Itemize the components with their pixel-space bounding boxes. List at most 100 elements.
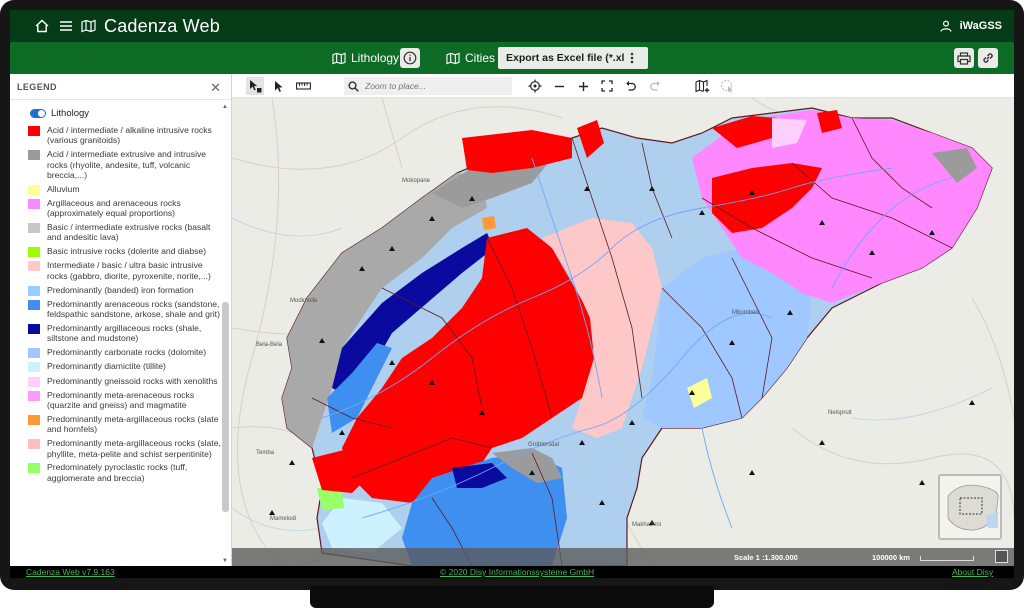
legend-item: Acid / intermediate extrusive and intrus… — [28, 149, 224, 180]
redo-icon — [650, 81, 660, 91]
legend-swatch — [28, 463, 40, 474]
legend-item-label: Predominantly (banded) iron formation — [47, 284, 194, 295]
legend-item: Acid / intermediate / alkaline intrusive… — [28, 125, 224, 146]
undo-icon — [626, 81, 636, 91]
info-pointer-tool[interactable] — [246, 77, 264, 95]
main-toolbar: Lithology Cities Export as Excel file (*… — [10, 42, 1014, 74]
select-area-button[interactable] — [718, 77, 736, 95]
plus-icon — [578, 81, 588, 91]
locate-button[interactable] — [526, 77, 544, 95]
lithology-map[interactable]: Mokopane Modimolle Bela-Bela Temba Mamel… — [232, 98, 1014, 566]
place-label: Nelspruit — [828, 410, 852, 416]
crosshair-icon — [528, 79, 542, 93]
place-label: Mokopane — [402, 178, 431, 184]
cities-tab[interactable]: Cities — [446, 42, 495, 74]
legend-swatch — [28, 323, 40, 334]
legend-item: Predominantly gneissoid rocks with xenol… — [28, 376, 224, 387]
legend-item: Argillaceous and arenaceous rocks (appro… — [28, 198, 224, 219]
legend-item-label: Basic intrusive rocks (dolerite and diab… — [47, 246, 207, 257]
place-label: Bela-Bela — [256, 342, 283, 348]
close-icon[interactable]: ✕ — [210, 80, 221, 96]
legend-item-label: Predominantly carbonate rocks (dolomite) — [47, 347, 207, 358]
legend-swatch — [28, 390, 40, 401]
print-button[interactable] — [954, 48, 974, 68]
legend-item: Basic intrusive rocks (dolerite and diab… — [28, 246, 224, 258]
zoom-out-button[interactable] — [550, 77, 568, 95]
legend-item: Predominantly (banded) iron formation — [28, 285, 224, 296]
overview-map-canvas — [940, 476, 1000, 538]
scroll-up-icon[interactable]: ▲ — [222, 104, 228, 110]
legend-swatch — [28, 150, 40, 161]
cities-label: Cities — [465, 51, 496, 65]
search-input[interactable] — [365, 81, 505, 91]
about-link[interactable]: About Disy — [952, 567, 993, 577]
legend-swatch — [28, 184, 40, 195]
map-add-icon — [695, 79, 710, 93]
lithology-label: Lithology — [351, 51, 400, 65]
user-menu[interactable]: iWaGSS — [940, 10, 1002, 42]
footer: Cadenza Web v7.9.163 © 2020 Disy Informa… — [10, 566, 1014, 578]
overview-map[interactable] — [938, 474, 1002, 540]
home-icon[interactable] — [34, 18, 50, 34]
redo-button[interactable] — [646, 77, 664, 95]
legend-swatch — [28, 261, 40, 272]
print-icon — [957, 51, 971, 65]
overview-toggle-button[interactable] — [995, 550, 1008, 563]
menu-icon[interactable] — [58, 18, 74, 34]
legend-item-label: Basic / intermediate extrusive rocks (ba… — [47, 222, 211, 243]
place-label: Groblersdal — [528, 442, 560, 448]
map-icon — [80, 18, 96, 34]
legend-item-label: Predominantly argillaceous rocks (shale,… — [47, 322, 202, 344]
legend-item: Predominately pyroclastic rocks (tuff, a… — [28, 462, 224, 483]
info-button[interactable] — [400, 48, 420, 68]
legend-item-label: Argillaceous and arenaceous rocks (appro… — [47, 197, 181, 219]
legend-item-label: Predominantly meta-argillaceous rocks (s… — [47, 438, 221, 459]
scalebar-graphic — [920, 556, 974, 561]
app-bar: Cadenza Web iWaGSS — [10, 10, 1014, 42]
undo-button[interactable] — [622, 77, 640, 95]
place-label: Mamelodi — [270, 516, 297, 522]
export-label: Export as Excel file (*.xlsx) — [506, 52, 640, 64]
legend-item: Predominantly arenaceous rocks (sandston… — [28, 299, 224, 320]
layer-toggle-switch[interactable] — [30, 109, 46, 118]
legend-swatch — [28, 362, 40, 373]
legend-scrollbar[interactable] — [222, 302, 229, 512]
legend-item-label: Predominantly meta-argillaceous rocks (s… — [47, 414, 219, 435]
more-options-button[interactable] — [624, 48, 640, 68]
layer-toggle-row[interactable]: Lithology — [30, 108, 89, 119]
link-icon — [983, 53, 993, 63]
legend-item: Intermediate / basic / ultra basic intru… — [28, 260, 224, 281]
copyright-link[interactable]: © 2020 Disy Informationssysteme GmbH — [440, 567, 594, 577]
place-label: Modimolle — [290, 298, 318, 304]
legend-swatch — [28, 247, 40, 258]
legend-item-label: Predominantly diamictite (tillite) — [47, 361, 166, 372]
legend-swatch — [28, 376, 40, 387]
legend-panel: LEGEND ✕ Lithology Acid / intermediate /… — [10, 74, 232, 566]
lithology-tab[interactable]: Lithology — [332, 42, 399, 74]
legend-swatch — [28, 348, 40, 359]
full-extent-button[interactable] — [598, 77, 616, 95]
link-button[interactable] — [978, 48, 998, 68]
measure-tool[interactable] — [294, 77, 312, 95]
place-label: Mbombela — [732, 310, 761, 316]
scroll-down-icon[interactable]: ▼ — [222, 558, 228, 564]
add-layer-button[interactable] — [694, 77, 712, 95]
legend-swatch — [28, 299, 40, 310]
user-icon — [940, 20, 952, 32]
legend-item-label: Predominantly arenaceous rocks (sandston… — [47, 298, 220, 320]
place-label: Makhazeni — [632, 522, 662, 528]
place-search[interactable] — [344, 77, 512, 95]
legend-item-label: Alluvium — [47, 183, 80, 194]
zoom-in-button[interactable] — [574, 77, 592, 95]
legend-swatch — [28, 285, 40, 296]
legend-list: Acid / intermediate / alkaline intrusive… — [28, 125, 224, 486]
select-area-icon — [720, 79, 733, 93]
search-icon — [348, 80, 359, 92]
monitor-stand — [310, 586, 714, 608]
legend-swatch — [28, 415, 40, 426]
app-screen: Cadenza Web iWaGSS Lithology Cities Expo… — [10, 10, 1014, 578]
select-tool[interactable] — [270, 77, 288, 95]
app-title: Cadenza Web — [104, 15, 220, 36]
version-link[interactable]: Cadenza Web v7.9.163 — [26, 567, 115, 577]
legend-item: Predominantly carbonate rocks (dolomite) — [28, 347, 224, 359]
